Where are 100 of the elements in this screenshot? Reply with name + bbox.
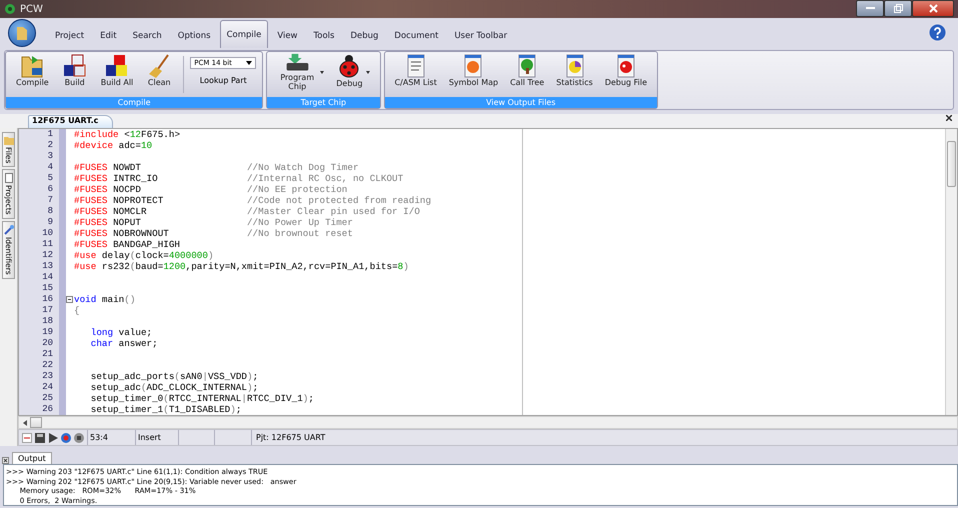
output-tab[interactable]: Output xyxy=(12,452,52,464)
page-icon xyxy=(4,173,12,184)
ribbon-button[interactable]: Compile xyxy=(12,52,53,88)
ribbon-button[interactable]: C/ASM List xyxy=(390,52,441,88)
menu-tab[interactable]: Edit xyxy=(93,22,124,48)
line-number: 4 xyxy=(46,162,54,173)
cursor-position: 53:4 xyxy=(87,430,135,445)
code-line: void main() xyxy=(74,294,136,305)
folder-icon xyxy=(20,53,44,79)
ribbon-button[interactable]: Statistics xyxy=(552,52,597,88)
line-number: 14 xyxy=(41,272,54,283)
folder-icon xyxy=(4,136,14,145)
caret-icon[interactable] xyxy=(320,71,324,74)
ribbon-button[interactable]: Clean xyxy=(141,52,178,88)
ribbon-button[interactable]: Symbol Map xyxy=(444,52,502,88)
code-line: #FUSES NOPUT //No Power Up Timer xyxy=(74,217,354,228)
line-number: 20 xyxy=(41,338,54,349)
code-line: { xyxy=(74,305,81,316)
menu-tab[interactable]: Tools xyxy=(306,22,342,48)
menu-tab[interactable]: Debug xyxy=(343,22,386,48)
scroll-thumb[interactable] xyxy=(30,417,42,428)
line-number: 24 xyxy=(41,382,54,393)
ribbon-button[interactable]: Debug File xyxy=(600,52,652,88)
save-icon[interactable] xyxy=(35,432,45,442)
line-number: 17 xyxy=(41,305,54,316)
code-line: #use rs232(baud=1200,parity=N,xmit=PIN_A2,rcv=PIN_A1,bits=8) xyxy=(74,261,410,272)
minus-icon[interactable] xyxy=(22,432,32,442)
app-menu-button[interactable] xyxy=(8,19,36,47)
line-number: 18 xyxy=(41,316,54,327)
ribbon-button[interactable]: Call Tree xyxy=(506,52,548,88)
line-number: 3 xyxy=(46,151,54,162)
line-number: 10 xyxy=(41,228,54,239)
group-title: Compile xyxy=(6,97,262,108)
line-number: 11 xyxy=(41,239,54,250)
close-icon[interactable] xyxy=(2,457,9,464)
line-number: 16 xyxy=(41,294,54,305)
code-line: setup_timer_1(T1_DISABLED); xyxy=(90,404,242,415)
project-name: Pjt: 12F675 UART xyxy=(251,430,326,445)
menu-tab[interactable]: User Toolbar xyxy=(447,22,514,48)
vertical-scrollbar[interactable] xyxy=(945,129,957,415)
line-number: 5 xyxy=(46,173,54,184)
menu-tab[interactable]: Compile xyxy=(220,20,268,48)
wand-icon xyxy=(4,225,14,236)
code-line: char answer; xyxy=(90,338,159,349)
code-line: #FUSES NOBROWNOUT //No brownout reset xyxy=(74,228,354,239)
chip-icon xyxy=(284,53,310,73)
restore-button[interactable] xyxy=(884,0,912,17)
group-title: View Output Files xyxy=(384,97,658,108)
folder-icon xyxy=(16,25,28,41)
group-title: Target Chip xyxy=(267,97,380,108)
line-number: 6 xyxy=(46,184,54,195)
minimize-icon xyxy=(866,7,874,10)
ribbon-button[interactable]: Build xyxy=(56,52,93,88)
line-number: 22 xyxy=(41,360,54,371)
blocks-icon xyxy=(104,53,130,79)
line-number: 26 xyxy=(41,404,54,415)
menu-tab[interactable]: View xyxy=(270,22,304,48)
edit-mode: Insert xyxy=(135,430,178,445)
close-icon[interactable] xyxy=(946,115,952,121)
code-line: setup_adc_ports(sAN0|VSS_VDD); xyxy=(90,371,260,382)
line-number: 21 xyxy=(41,349,54,360)
minimize-button[interactable] xyxy=(856,0,884,17)
code-line: #use delay(clock=4000000) xyxy=(74,250,215,261)
file-tab[interactable]: 12F675 UART.c xyxy=(28,115,114,128)
ribbon-button[interactable]: Build All xyxy=(96,52,138,88)
ribbon-button[interactable]: Debug xyxy=(332,52,374,90)
code-line: #FUSES NOMCLR //Master Clear pin used for I/O xyxy=(74,206,421,217)
horizontal-scrollbar[interactable] xyxy=(18,416,958,429)
menu-tab[interactable]: Project xyxy=(48,22,92,48)
stop-icon[interactable] xyxy=(74,432,84,442)
fold-toggle-icon[interactable] xyxy=(66,296,73,303)
app-icon xyxy=(4,3,16,15)
line-number: 25 xyxy=(41,393,54,404)
restore-icon xyxy=(894,4,902,13)
code-line: #FUSES NOCPD //No EE protection xyxy=(74,184,348,195)
code-line: setup_timer_0(RTCC_INTERNAL|RTCC_DIV_1); xyxy=(90,393,315,404)
code-line: #device adc=10 xyxy=(74,140,154,151)
line-number: 9 xyxy=(46,217,54,228)
left-arrow-icon[interactable] xyxy=(23,420,27,426)
code-line: long value; xyxy=(90,327,154,338)
caret-icon[interactable] xyxy=(366,71,370,74)
line-number: 2 xyxy=(46,140,54,151)
caret-icon xyxy=(246,61,252,65)
close-icon xyxy=(928,4,938,13)
line-number: 13 xyxy=(41,261,54,272)
lookup-part-button[interactable]: Lookup Part xyxy=(200,76,247,85)
menu-tab[interactable]: Options xyxy=(170,22,218,48)
menu-tab[interactable]: Document xyxy=(387,22,446,48)
code-line: #include <12F675.h> xyxy=(74,129,182,140)
window-title: PCW xyxy=(20,4,43,14)
menu-tab[interactable]: Search xyxy=(126,22,169,48)
blocks-icon xyxy=(62,53,88,79)
close-button[interactable] xyxy=(912,0,954,17)
record-icon[interactable] xyxy=(61,432,71,442)
help-icon[interactable] xyxy=(929,24,946,41)
ribbon-button[interactable]: Program Chip xyxy=(273,52,328,92)
line-number: 19 xyxy=(41,327,54,338)
code-line: #FUSES NOWDT //No Watch Dog Timer xyxy=(74,162,360,173)
play-icon[interactable] xyxy=(48,432,58,442)
line-number: 7 xyxy=(46,195,54,206)
